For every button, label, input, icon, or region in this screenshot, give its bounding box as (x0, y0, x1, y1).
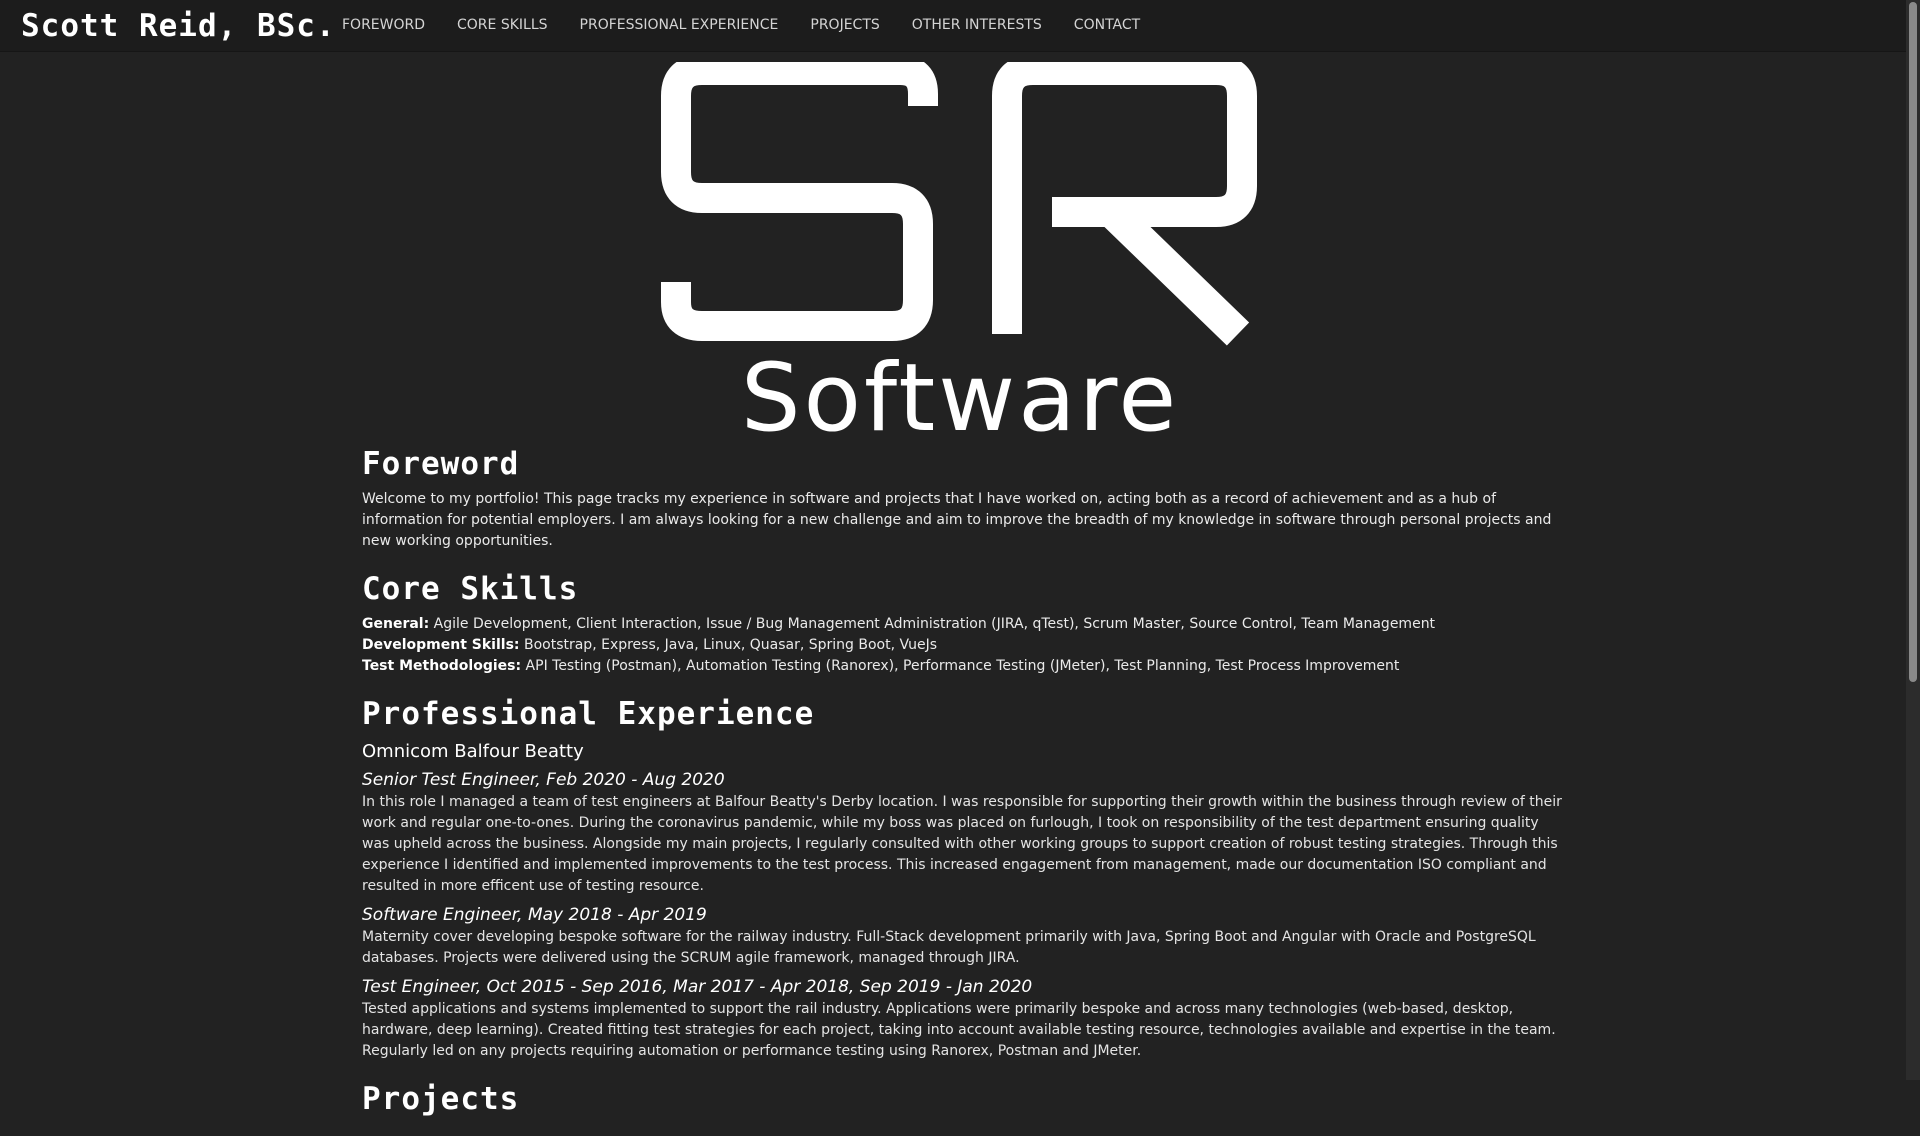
skill-row-test-methodologies: Test Methodologies: API Testing (Postman… (362, 656, 1562, 677)
nav-link-foreword[interactable]: FOREWORD (342, 17, 425, 33)
nav-link-projects[interactable]: PROJECTS (810, 17, 879, 33)
main-content: Foreword Welcome to my portfolio! This p… (362, 447, 1562, 1136)
skill-label: Test Methodologies: (362, 658, 522, 675)
foreword-text: Welcome to my portfolio! This page track… (362, 491, 1552, 550)
nav-links: FOREWORD CORE SKILLS PROFESSIONAL EXPERI… (342, 17, 1172, 33)
skill-row-general: General: Agile Development, Client Inter… (362, 614, 1562, 635)
projects-heading: Projects (362, 1081, 520, 1118)
core-skills-section: Core Skills General: Agile Development, … (362, 572, 1562, 677)
foreword-section: Foreword Welcome to my portfolio! This p… (362, 447, 1562, 552)
skill-label: General: (362, 616, 430, 633)
nav-link-other-interests[interactable]: OTHER INTERESTS (912, 17, 1042, 33)
experience-section: Professional Experience Omnicom Balfour … (362, 697, 1562, 1062)
site-brand[interactable]: Scott Reid, BSc. (21, 8, 336, 44)
nav-link-contact[interactable]: CONTACT (1074, 17, 1140, 33)
nav-link-core-skills[interactable]: CORE SKILLS (457, 17, 548, 33)
job-description: In this role I managed a team of test en… (362, 794, 1562, 895)
nav-link-professional-experience[interactable]: PROFESSIONAL EXPERIENCE (580, 17, 779, 33)
skill-value: Bootstrap, Express, Java, Linux, Quasar,… (519, 637, 938, 654)
skill-value: Agile Development, Client Interaction, I… (429, 616, 1436, 633)
job-title: Test Engineer, Oct 2015 - Sep 2016, Mar … (362, 977, 1033, 998)
logo-wordmark: Software (741, 344, 1179, 442)
skill-label: Development Skills: (362, 637, 520, 654)
skill-value: API Testing (Postman), Automation Testin… (521, 658, 1400, 675)
scrollbar-thumb[interactable] (1909, 2, 1917, 682)
projects-section: Projects (362, 1082, 1562, 1116)
sr-monogram (661, 62, 1257, 346)
experience-heading: Professional Experience (362, 696, 815, 733)
company-name: Omnicom Balfour Beatty (362, 741, 584, 763)
core-skills-heading: Core Skills (362, 571, 579, 608)
foreword-heading: Foreword (362, 446, 520, 482)
page-scrollbar[interactable] (1906, 0, 1920, 1080)
job-title: Senior Test Engineer, Feb 2020 - Aug 202… (362, 770, 725, 791)
top-navbar: Scott Reid, BSc. FOREWORD CORE SKILLS PR… (0, 0, 1906, 52)
sr-software-logo: Software (661, 62, 1257, 442)
skill-row-development: Development Skills: Bootstrap, Express, … (362, 635, 1562, 656)
job-title: Software Engineer, May 2018 - Apr 2019 (362, 905, 707, 926)
job-description: Tested applications and systems implemen… (362, 1001, 1556, 1060)
job-description: Maternity cover developing bespoke softw… (362, 929, 1536, 967)
